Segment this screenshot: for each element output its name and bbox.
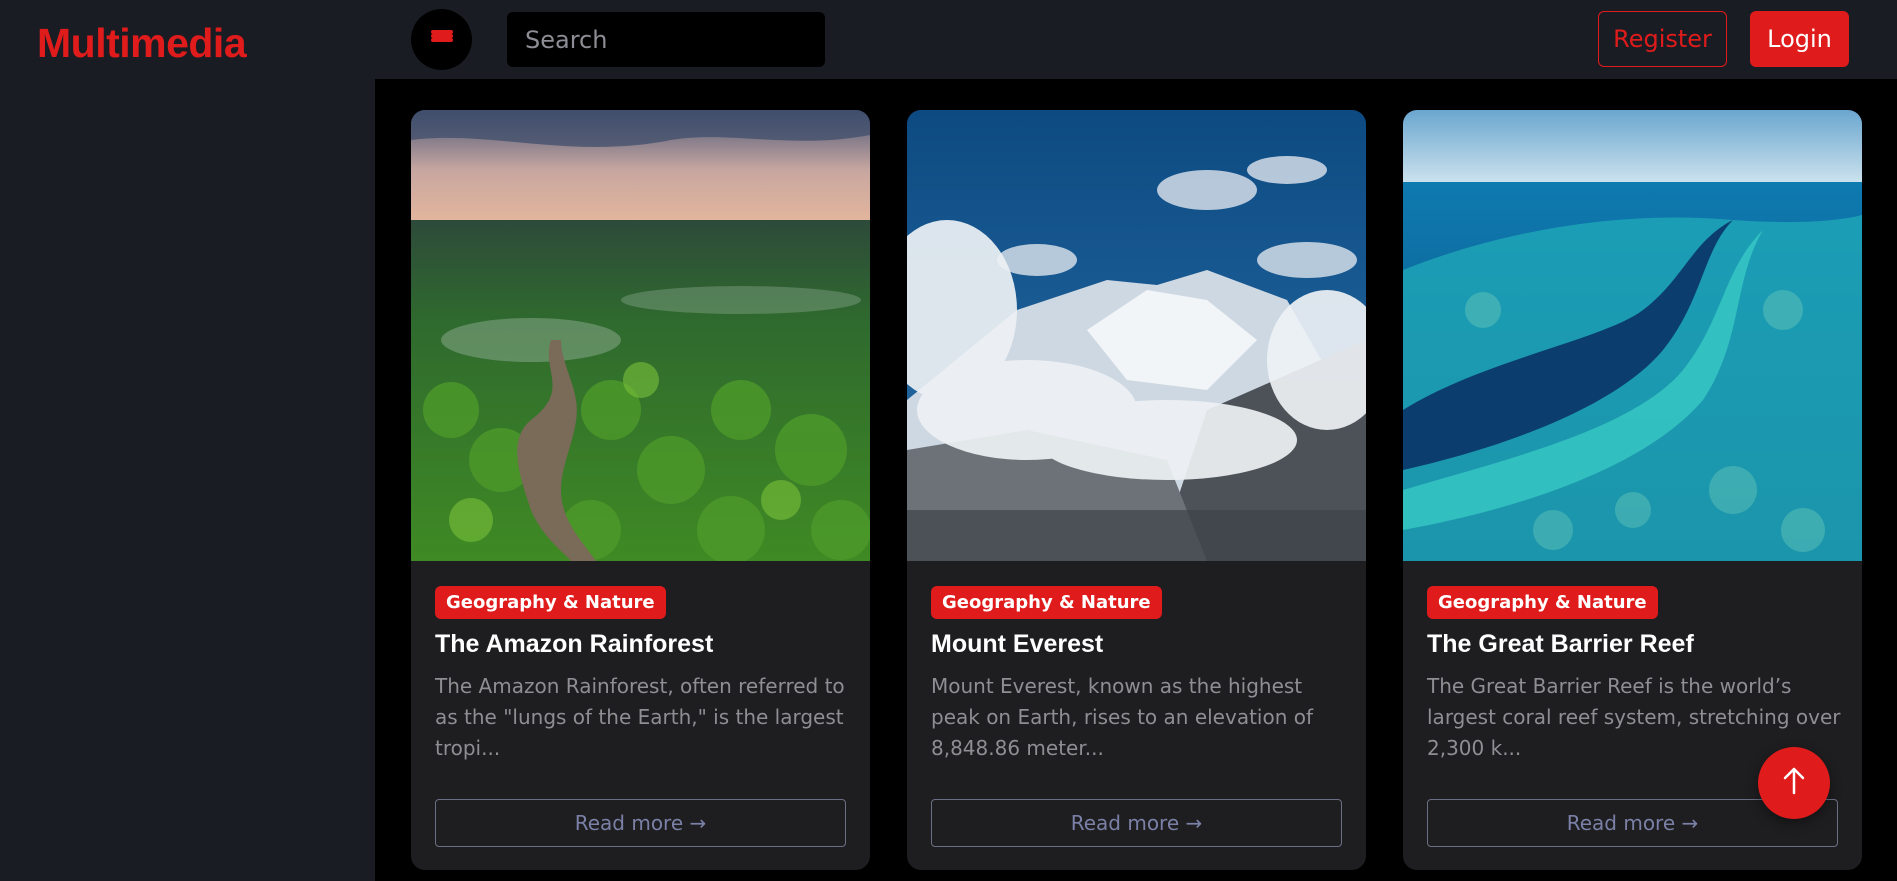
card-description: The Amazon Rainforest, often referred to… <box>435 674 845 760</box>
scroll-to-top-button[interactable] <box>1758 747 1830 819</box>
sidebar: Multimedia <box>0 0 375 881</box>
menu-icon <box>430 30 453 49</box>
article-card: Geography & Nature Mount Everest Mount E… <box>907 110 1366 870</box>
mountain-peak-image[interactable] <box>907 110 1366 561</box>
read-more-button[interactable]: Read more → <box>931 799 1342 847</box>
brand-logo[interactable]: Multimedia <box>37 20 247 67</box>
top-bar: Register Login <box>375 0 1897 79</box>
main-content: Geography & Nature The Amazon Rainforest… <box>375 79 1897 881</box>
category-tag[interactable]: Geography & Nature <box>435 586 666 619</box>
card-title[interactable]: The Amazon Rainforest <box>435 630 713 659</box>
card-title[interactable]: The Great Barrier Reef <box>1427 630 1694 659</box>
register-button[interactable]: Register <box>1598 11 1727 67</box>
coral-reef-image[interactable] <box>1403 110 1862 561</box>
arrow-up-icon <box>1780 766 1808 801</box>
search-input[interactable] <box>507 12 825 67</box>
card-description: Mount Everest, known as the highest peak… <box>931 674 1314 760</box>
login-button[interactable]: Login <box>1750 11 1849 67</box>
category-tag[interactable]: Geography & Nature <box>1427 586 1658 619</box>
menu-button[interactable] <box>411 9 472 70</box>
read-more-button[interactable]: Read more → <box>435 799 846 847</box>
category-tag[interactable]: Geography & Nature <box>931 586 1162 619</box>
rainforest-aerial-image[interactable] <box>411 110 870 561</box>
article-card: Geography & Nature The Amazon Rainforest… <box>411 110 870 870</box>
card-title[interactable]: Mount Everest <box>931 630 1103 659</box>
